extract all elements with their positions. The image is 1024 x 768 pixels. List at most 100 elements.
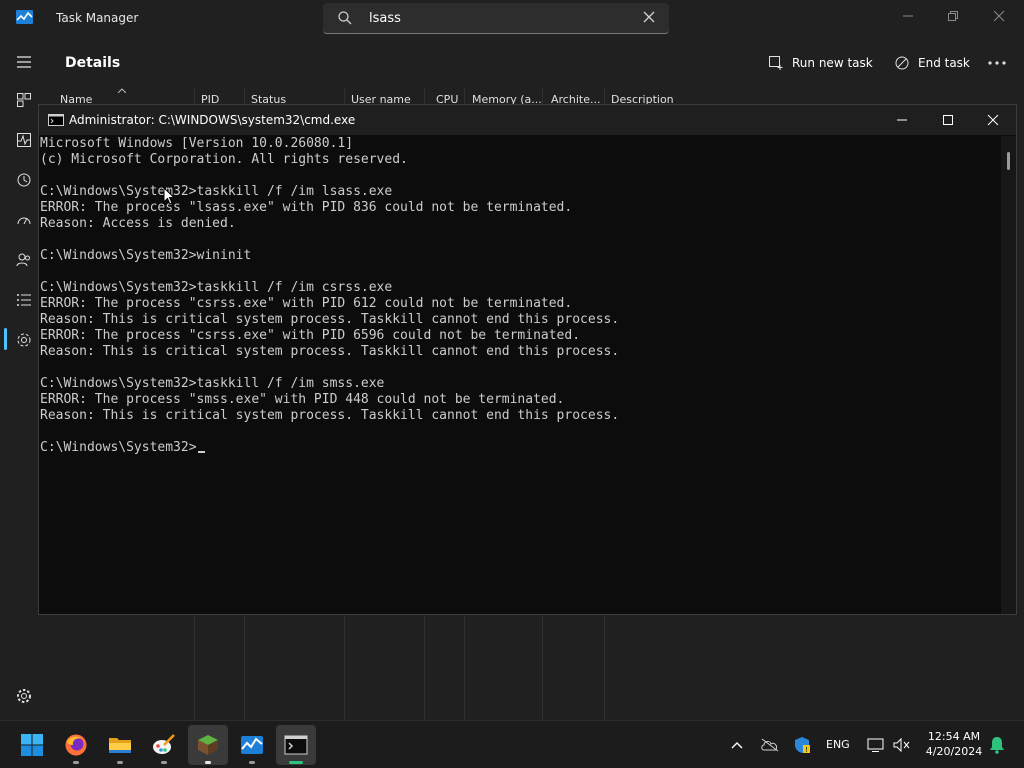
tray-network[interactable] bbox=[866, 735, 886, 755]
services-icon bbox=[17, 333, 31, 347]
notifications-button[interactable] bbox=[988, 735, 1006, 755]
console-prompt-line[interactable]: C:\Windows\System32> bbox=[39, 440, 999, 456]
close-icon bbox=[987, 114, 999, 126]
restore-icon bbox=[948, 11, 958, 21]
scrollbar-thumb[interactable] bbox=[1007, 152, 1010, 170]
clock-date: 4/20/2024 bbox=[925, 745, 983, 758]
console-line: C:\Windows\System32>taskkill /f /im smss… bbox=[40, 376, 385, 391]
performance-icon bbox=[17, 133, 31, 147]
sidebar-item-performance[interactable] bbox=[12, 128, 36, 152]
clear-search-icon[interactable] bbox=[641, 9, 657, 25]
sidebar-item-users[interactable] bbox=[12, 248, 36, 272]
cmd-close-button[interactable] bbox=[970, 105, 1016, 135]
console-line: ERROR: The process "csrss.exe" with PID … bbox=[40, 296, 573, 311]
sidebar-item-app-history[interactable] bbox=[12, 168, 36, 192]
sidebar-item-details[interactable] bbox=[12, 288, 36, 312]
file-explorer-icon bbox=[109, 738, 131, 753]
tray-volume[interactable] bbox=[892, 735, 912, 755]
start-button[interactable] bbox=[12, 725, 52, 765]
volume-muted-icon bbox=[893, 737, 910, 753]
running-indicator bbox=[117, 761, 123, 764]
console-output[interactable]: Microsoft Windows [Version 10.0.26080.1]… bbox=[39, 136, 999, 614]
page-title: Details bbox=[65, 55, 121, 71]
tray-onedrive[interactable] bbox=[759, 735, 781, 755]
search-box[interactable] bbox=[323, 3, 669, 34]
console-line: (c) Microsoft Corporation. All rights re… bbox=[40, 152, 408, 167]
sidebar-selection-indicator bbox=[4, 328, 7, 350]
minimize-icon bbox=[903, 15, 913, 17]
tray-security[interactable]: ! bbox=[792, 735, 812, 755]
details-header: Details Run new task End task bbox=[48, 38, 1024, 88]
terminal-icon bbox=[284, 735, 308, 755]
more-options-button[interactable] bbox=[985, 52, 1009, 74]
console-line: ERROR: The process "smss.exe" with PID 4… bbox=[40, 392, 565, 407]
task-manager-title: Task Manager bbox=[56, 11, 139, 25]
run-new-task-button[interactable]: Run new task bbox=[768, 53, 873, 73]
end-task-button[interactable]: End task bbox=[894, 53, 970, 73]
sidebar-item-services[interactable] bbox=[12, 328, 36, 352]
console-line: C:\Windows\System32>taskkill /f /im lsas… bbox=[40, 184, 393, 199]
sort-ascending-icon bbox=[118, 88, 126, 93]
start-icon bbox=[21, 734, 43, 756]
hamburger-menu-button[interactable] bbox=[12, 50, 36, 74]
minimize-icon bbox=[897, 119, 907, 121]
app-history-icon bbox=[17, 173, 31, 187]
running-indicator bbox=[205, 761, 211, 764]
taskbar-minecraft[interactable] bbox=[188, 725, 228, 765]
clock[interactable]: 12:54 AM 4/20/2024 bbox=[922, 729, 986, 759]
end-task-label: End task bbox=[918, 56, 970, 70]
console-line: Reason: This is critical system process.… bbox=[40, 312, 620, 327]
show-hidden-icons-button[interactable] bbox=[728, 735, 746, 755]
more-icon bbox=[988, 61, 1006, 65]
console-lines: Microsoft Windows [Version 10.0.26080.1]… bbox=[39, 136, 999, 456]
console-line: Reason: Access is denied. bbox=[40, 216, 236, 231]
taskbar-firefox[interactable] bbox=[56, 725, 96, 765]
sidebar-item-processes[interactable] bbox=[12, 88, 36, 112]
cloud-offline-icon bbox=[761, 738, 779, 752]
tm-restore-button[interactable] bbox=[930, 2, 976, 30]
taskbar-paint[interactable] bbox=[144, 725, 184, 765]
tm-minimize-button[interactable] bbox=[885, 2, 931, 30]
minecraft-icon bbox=[198, 735, 218, 755]
run-new-task-icon bbox=[769, 56, 783, 70]
sidebar-item-startup-apps[interactable] bbox=[12, 208, 36, 232]
gear-icon bbox=[17, 689, 31, 703]
paint-icon bbox=[153, 734, 175, 754]
security-shield-icon: ! bbox=[795, 737, 810, 754]
active-indicator bbox=[289, 761, 303, 764]
console-line: Microsoft Windows [Version 10.0.26080.1] bbox=[40, 136, 354, 151]
language-indicator[interactable]: ENG bbox=[826, 738, 850, 751]
network-icon bbox=[867, 738, 884, 752]
processes-icon bbox=[17, 93, 31, 107]
tm-close-button[interactable] bbox=[976, 2, 1022, 30]
taskbar-file-explorer[interactable] bbox=[100, 725, 140, 765]
svg-text:!: ! bbox=[805, 746, 808, 754]
cmd-icon bbox=[48, 114, 64, 126]
task-manager-icon bbox=[241, 736, 263, 754]
running-indicator bbox=[161, 761, 167, 764]
startup-apps-icon bbox=[17, 217, 31, 225]
close-icon bbox=[993, 10, 1005, 22]
details-list-icon bbox=[17, 294, 31, 306]
taskbar-task-manager[interactable] bbox=[232, 725, 272, 765]
console-line: Reason: This is critical system process.… bbox=[40, 408, 620, 423]
sidebar-item-settings[interactable] bbox=[12, 684, 36, 708]
taskbar-terminal[interactable] bbox=[276, 725, 316, 765]
cmd-minimize-button[interactable] bbox=[879, 105, 925, 135]
cmd-titlebar[interactable]: Administrator: C:\WINDOWS\system32\cmd.e… bbox=[39, 105, 1016, 135]
chevron-up-icon bbox=[731, 742, 743, 749]
cmd-title: Administrator: C:\WINDOWS\system32\cmd.e… bbox=[69, 113, 356, 127]
search-input[interactable] bbox=[369, 8, 619, 28]
search-icon bbox=[338, 11, 352, 25]
console-prompt: C:\Windows\System32> bbox=[40, 440, 197, 455]
console-scrollbar[interactable] bbox=[1001, 136, 1016, 614]
task-manager-titlebar: Task Manager bbox=[0, 0, 1024, 38]
end-task-icon bbox=[895, 56, 909, 70]
cmd-window: Administrator: C:\WINDOWS\system32\cmd.e… bbox=[38, 104, 1017, 615]
console-line: ERROR: The process "csrss.exe" with PID … bbox=[40, 328, 581, 343]
console-line: ERROR: The process "lsass.exe" with PID … bbox=[40, 200, 573, 215]
running-indicator bbox=[73, 761, 79, 764]
cmd-maximize-button[interactable] bbox=[925, 105, 971, 135]
